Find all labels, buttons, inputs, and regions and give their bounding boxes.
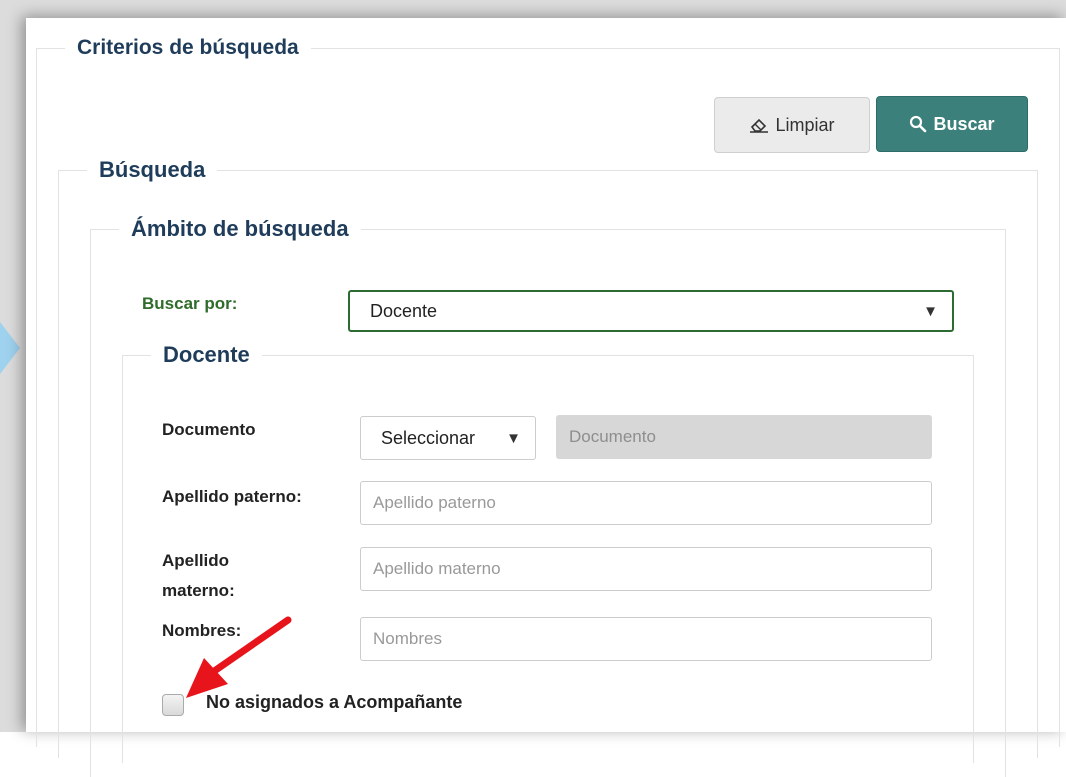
maternal-surname-label-line1: Apellido [162,551,230,570]
search-button-label: Buscar [933,113,995,134]
clear-button[interactable]: Limpiar [714,97,870,153]
search-button[interactable]: Buscar [876,96,1028,152]
clear-button-label: Limpiar [775,114,835,135]
search-icon [909,115,927,133]
maternal-surname-label-line2: materno: [162,581,235,600]
criteria-legend: Criterios de búsqueda [77,36,299,59]
paternal-surname-input[interactable] [360,481,932,525]
names-input[interactable] [360,617,932,661]
search-by-select[interactable]: Docente ▼ [348,290,954,332]
document-number-input [556,415,932,459]
caret-down-icon: ▼ [923,302,938,320]
eraser-icon [749,117,769,133]
document-type-value: Seleccionar [381,427,476,448]
side-arrow-icon [0,322,20,374]
docente-legend: Docente [163,342,250,367]
search-by-value: Docente [370,300,438,321]
search-by-label: Buscar por: [142,294,238,313]
document-type-select[interactable]: Seleccionar ▼ [360,416,536,460]
red-arrow-icon [186,616,292,698]
document-label: Documento [162,420,256,439]
ambito-legend: Ámbito de búsqueda [131,216,349,241]
caret-down-icon: ▼ [506,429,521,447]
maternal-surname-input[interactable] [360,547,932,591]
busqueda-legend: Búsqueda [99,157,206,182]
paternal-surname-label: Apellido paterno: [162,487,302,506]
